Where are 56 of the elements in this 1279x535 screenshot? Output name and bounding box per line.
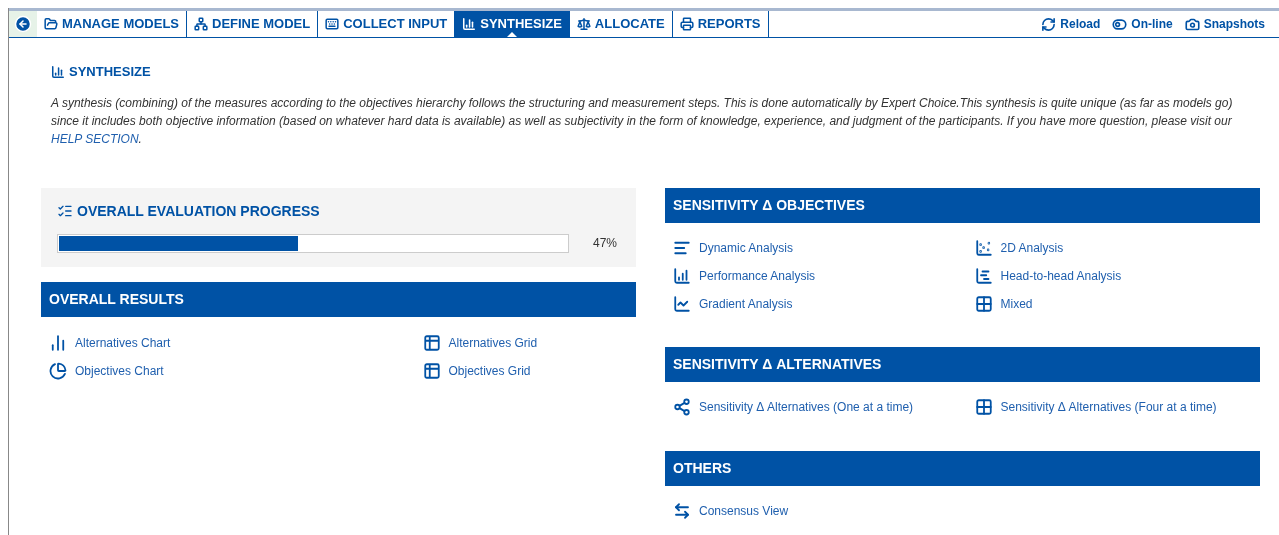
nav-tab[interactable]: REPORTS: [672, 11, 769, 37]
bar-chart-icon: [462, 17, 477, 31]
checklist-icon: [57, 203, 73, 219]
pointer-icon: [507, 32, 518, 37]
camera-icon: [1184, 16, 1200, 32]
bar-chart-icon: [49, 333, 67, 352]
keyboard-icon: [325, 17, 340, 31]
analysis-link[interactable]: Mixed: [974, 294, 1033, 313]
page-title: SYNTHESIZE: [69, 63, 151, 81]
nav-tab[interactable]: MANAGE MODELS: [37, 11, 187, 37]
analysis-link[interactable]: Head-to-head Analysis: [974, 266, 1122, 285]
gantt-icon: [974, 266, 993, 285]
analysis-link[interactable]: Alternatives Chart: [49, 333, 171, 352]
analysis-link[interactable]: Consensus View: [673, 501, 789, 520]
scale-icon: [576, 17, 591, 31]
analysis-link[interactable]: Objectives Grid: [422, 361, 531, 380]
nav-tab[interactable]: SYNTHESIZE: [455, 11, 570, 37]
analysis-link[interactable]: Alternatives Grid: [422, 333, 538, 352]
toggle-icon: [1112, 16, 1128, 32]
section-header: OVERALL RESULTS: [41, 281, 636, 317]
printer-icon: [679, 17, 694, 31]
grid-icon: [974, 397, 993, 416]
progress-reading: 47%: [592, 235, 617, 252]
grid-icon: [422, 361, 441, 380]
nav-tab[interactable]: ALLOCATE: [569, 11, 673, 37]
nodes-icon: [673, 397, 691, 416]
bar-chart-icon: [51, 64, 65, 79]
toolbar-button[interactable]: Snapshots: [1178, 11, 1271, 37]
section-header: SENSITIVITY Δ ALTERNATIVES: [665, 346, 1260, 382]
back-icon: [14, 15, 32, 33]
scatter-chart-icon: [974, 238, 993, 257]
line-chart-icon: [673, 294, 691, 313]
analysis-link[interactable]: Gradient Analysis: [673, 294, 793, 313]
reload-icon: [1041, 16, 1057, 32]
analysis-link[interactable]: 2D Analysis: [974, 238, 1064, 257]
bar-chart-icon: [673, 266, 691, 285]
analysis-link[interactable]: Sensitivity Δ Alternatives (Four at a time): [974, 397, 1217, 416]
back-button[interactable]: [9, 11, 37, 37]
analysis-link[interactable]: Dynamic Analysis: [673, 238, 794, 257]
section-header: SENSITIVITY Δ OBJECTIVES: [665, 187, 1260, 223]
analysis-link[interactable]: Sensitivity Δ Alternatives (One at a time): [673, 397, 914, 416]
toolbar-button[interactable]: On-line: [1106, 11, 1179, 37]
arrows-icon: [673, 501, 691, 520]
toolbar-button[interactable]: Reload: [1035, 11, 1107, 37]
analysis-link[interactable]: Performance Analysis: [673, 266, 816, 285]
help-link[interactable]: HELP SECTION: [51, 131, 139, 146]
nav-tab[interactable]: DEFINE MODEL: [187, 11, 319, 37]
section-header: OTHERS: [665, 450, 1260, 486]
grid-icon: [422, 333, 441, 352]
hierarchy-icon: [194, 17, 208, 31]
folder-icon: [44, 17, 58, 31]
grid-icon: [974, 294, 993, 313]
panel-title: OVERALL EVALUATION PROGRESS: [77, 201, 320, 221]
description: A synthesis (combining) of the measures according to the objectives hierarchy follows the structuring and measurement steps. This is done automatically by Expert Choice.This synthesis is quite unique (as far as models go) since it includes both objective information (based on whatever hard data is available) as well as subjectivity in the form of knowledge, experience, and judgment of the participants. If you have more question, please visit our HELP SECTION.: [51, 94, 1234, 148]
analysis-link[interactable]: Objectives Chart: [49, 361, 164, 380]
pie-chart-icon: [49, 361, 67, 380]
